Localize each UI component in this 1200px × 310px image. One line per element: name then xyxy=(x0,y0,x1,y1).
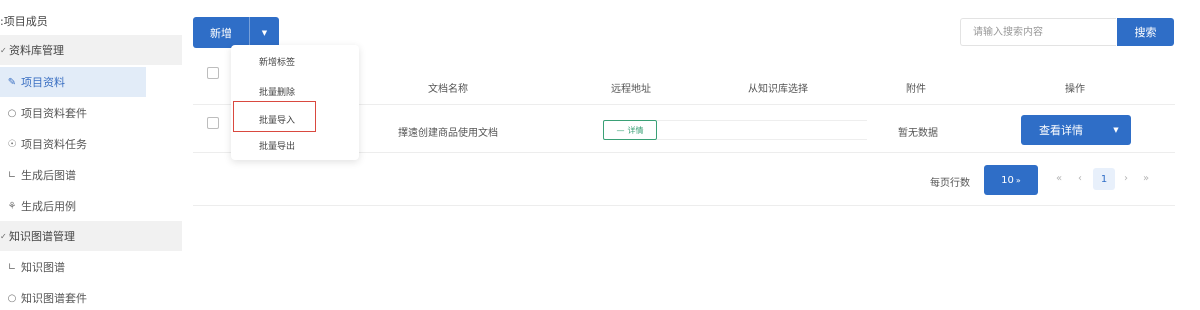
sidebar-item-label: 项目资料任务 xyxy=(21,138,87,151)
column-header-doc-name: 文档名称 xyxy=(428,84,468,95)
menu-item-add-tag[interactable]: 新增标签 xyxy=(259,55,295,68)
select-all-checkbox[interactable] xyxy=(207,67,219,79)
chevron-down-icon: » xyxy=(1015,175,1021,185)
page-size-select[interactable]: 10 » xyxy=(984,165,1038,195)
footer-divider xyxy=(193,205,1175,206)
highlight-box xyxy=(233,101,316,132)
doc-name-cell: 擇遠创建商品使用文档 xyxy=(398,128,498,139)
chevron-down-icon[interactable]: ▼ xyxy=(250,29,279,37)
view-details-button[interactable]: 查看详情 ▼ xyxy=(1021,115,1131,145)
row-checkbox[interactable] xyxy=(207,117,219,129)
search-input[interactable] xyxy=(960,18,1116,46)
sidebar-item-label: 知识图谱套件 xyxy=(21,292,87,305)
chevron-down-icon: ✓ xyxy=(0,231,7,241)
sidebar-group-knowledge-graph[interactable]: ✓ 知识图谱管理 xyxy=(0,221,182,251)
sidebar-item-project-resource-suite[interactable]: ○ 项目资料套件 xyxy=(0,98,182,128)
sidebar-item-generated-graph[interactable]: ∟ 生成后图谱 xyxy=(0,160,182,190)
view-details-label: 查看详情 xyxy=(1039,124,1083,137)
sidebar-group-resource-library[interactable]: ✓ 资料库管理 xyxy=(0,35,182,65)
circle-icon: ○ xyxy=(7,107,17,119)
new-split-button: 新增 ▼ xyxy=(193,17,279,48)
circle-icon: ○ xyxy=(7,292,17,304)
sidebar-item-label: 生成后用例 xyxy=(21,200,76,213)
new-button[interactable]: 新增 xyxy=(193,25,249,41)
chevron-down-icon[interactable]: ▼ xyxy=(1101,126,1131,134)
column-header-attachment: 附件 xyxy=(906,84,926,95)
sidebar-item-project-resource-tasks[interactable]: ☉ 项目资料任务 xyxy=(0,129,182,159)
page-size-value: 10 xyxy=(1001,174,1014,186)
sidebar-item-label: 知识图谱 xyxy=(21,261,65,274)
sidebar: :项目成员 ✓ 资料库管理 ✎ 项目资料 ○ 项目资料套件 ☉ 项目资料任务 ∟… xyxy=(0,0,182,310)
column-header-actions: 操作 xyxy=(1065,84,1085,95)
sidebar-item-knowledge-graph[interactable]: ∟ 知识图谱 xyxy=(0,252,182,282)
next-page-button[interactable]: › xyxy=(1124,173,1128,184)
sidebar-group-label: 资料库管理 xyxy=(9,44,64,57)
kb-select-field[interactable] xyxy=(657,120,867,140)
remote-detail-tag[interactable]: — 详情 xyxy=(603,120,657,140)
sidebar-item-knowledge-graph-suite[interactable]: ○ 知识图谱套件 xyxy=(0,283,182,310)
bug-icon: ⚘ xyxy=(7,200,17,212)
last-page-button[interactable]: » xyxy=(1143,173,1149,184)
sidebar-item-project-members[interactable]: :项目成员 xyxy=(0,6,182,36)
column-header-remote-address: 远程地址 xyxy=(611,84,651,95)
menu-item-batch-delete[interactable]: 批量删除 xyxy=(259,85,295,98)
first-page-button[interactable]: « xyxy=(1056,173,1062,184)
play-circle-icon: ☉ xyxy=(7,138,17,150)
attachment-cell: 暂无数据 xyxy=(898,128,938,139)
sidebar-item-label: 项目资料 xyxy=(21,76,65,89)
chevron-down-icon: ✓ xyxy=(0,45,7,55)
search-button[interactable]: 搜索 xyxy=(1117,18,1174,46)
sidebar-item-label: 生成后图谱 xyxy=(21,169,76,182)
column-header-kb-select: 从知识库选择 xyxy=(748,84,808,95)
line-chart-icon: ∟ xyxy=(7,261,17,273)
sidebar-item-project-resources[interactable]: ✎ 项目资料 xyxy=(0,67,146,97)
rows-per-page-label: 每页行数 xyxy=(930,178,970,189)
page-1-button[interactable]: 1 xyxy=(1093,168,1115,190)
sidebar-group-label: 知识图谱管理 xyxy=(9,230,75,243)
link-icon: — xyxy=(616,125,625,135)
remote-detail-label: 详情 xyxy=(627,125,644,135)
menu-item-batch-export[interactable]: 批量导出 xyxy=(259,139,295,152)
prev-page-button[interactable]: ‹ xyxy=(1078,173,1082,184)
edit-icon: ✎ xyxy=(7,76,17,88)
sidebar-item-generated-cases[interactable]: ⚘ 生成后用例 xyxy=(0,191,182,221)
line-chart-icon: ∟ xyxy=(7,169,17,181)
sidebar-item-label: 项目资料套件 xyxy=(21,107,87,120)
sidebar-item-label: :项目成员 xyxy=(0,15,48,28)
app-root: :项目成员 ✓ 资料库管理 ✎ 项目资料 ○ 项目资料套件 ☉ 项目资料任务 ∟… xyxy=(0,0,1200,310)
